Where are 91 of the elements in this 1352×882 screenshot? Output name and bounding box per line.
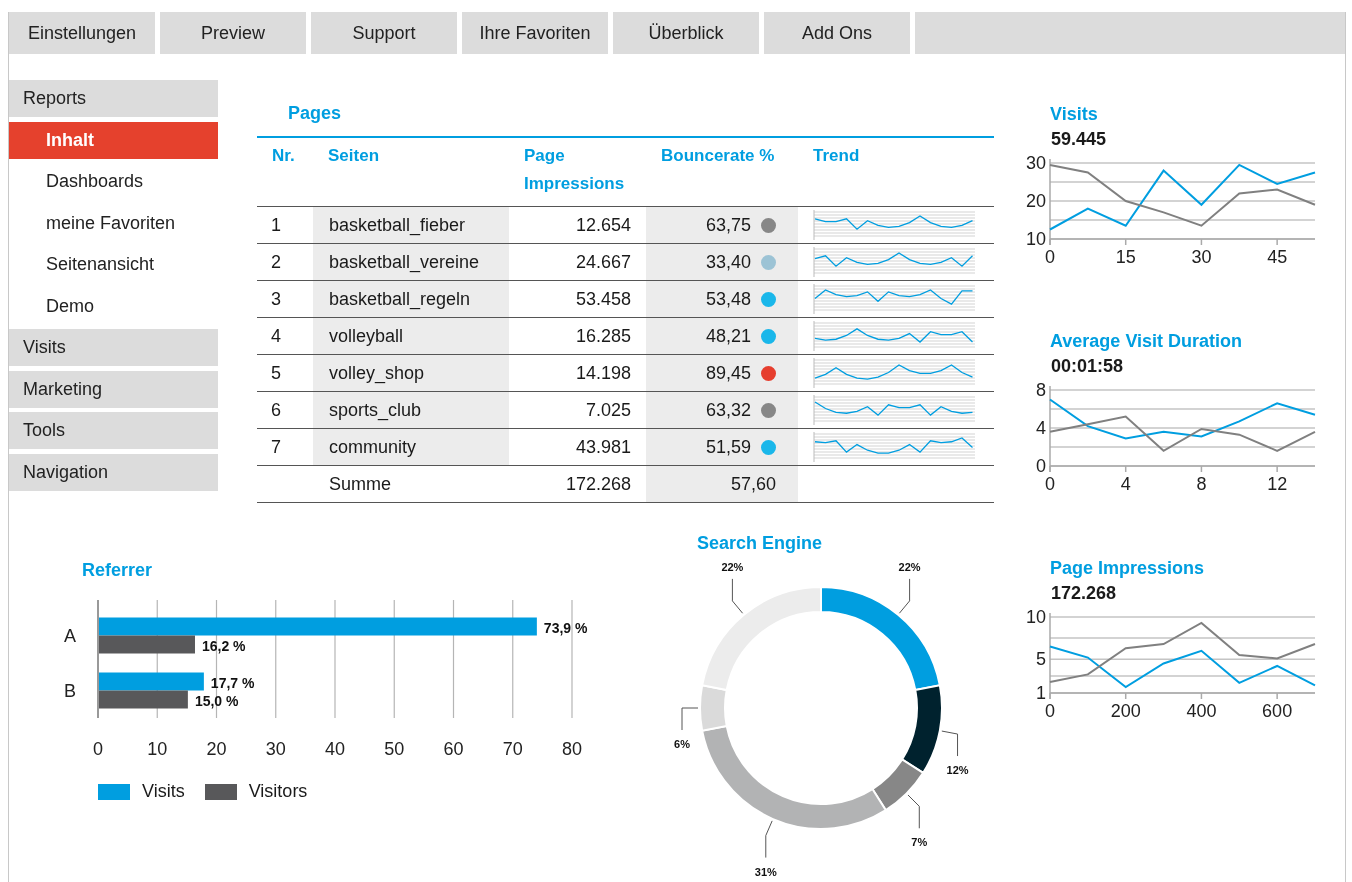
axis-label: 80 (562, 739, 582, 759)
chart-title: Page Impressions (1050, 558, 1205, 578)
axis-label: 600 (1262, 701, 1293, 721)
sidebar-item[interactable]: Navigation (9, 453, 218, 491)
axis-label: 60 (443, 739, 464, 759)
sidebar-item[interactable]: Inhalt (9, 121, 218, 159)
axis-label: 4 (1120, 474, 1131, 494)
data-label: 17,7 % (210, 674, 255, 691)
data-label: 73,9 % (543, 619, 588, 636)
nav-tab[interactable]: Add Ons (764, 12, 910, 54)
leader-line (907, 794, 920, 829)
axis-label: 12 (1267, 474, 1288, 494)
sidebar-item[interactable]: Visits (9, 329, 218, 366)
column-header: Trend (798, 138, 994, 207)
data-label: 22% (898, 560, 921, 573)
axis-label: 30 (1025, 155, 1046, 173)
nav-tab[interactable]: Preview (160, 12, 306, 54)
leader-line (731, 578, 744, 614)
axis-label: 0 (1045, 474, 1055, 494)
nav-tab[interactable]: Überblick (613, 12, 759, 54)
table-cell: community (313, 429, 509, 466)
axis-label: 10 (147, 739, 168, 759)
axis-label: A (64, 625, 76, 646)
chart-title: Visits (1050, 104, 1098, 124)
nav-tab[interactable]: Ihre Favoriten (462, 12, 608, 54)
data-label: 7% (911, 836, 928, 849)
legend-swatch (204, 783, 237, 800)
kpi-value: 172.268 (1051, 583, 1117, 603)
table-cell: 48,21 (705, 325, 751, 347)
leader-line (898, 578, 911, 614)
axis-label: B (64, 680, 76, 701)
table-cell: 57,60 (646, 466, 798, 503)
axis-label: 45 (1267, 247, 1288, 267)
table-cell: basketball_vereine (313, 244, 509, 281)
column-header: Page Impressions (509, 138, 646, 207)
sidebar-item[interactable]: Marketing (9, 370, 218, 408)
axis-label: 70 (502, 739, 523, 759)
axis-label: 10 (1025, 229, 1046, 249)
axis-label: 200 (1110, 701, 1141, 721)
kpi-value: 00:01:58 (1051, 356, 1124, 376)
chart-title: Average Visit Duration (1050, 331, 1243, 351)
table-cell: 33,40 (705, 251, 751, 273)
sidebar-item[interactable]: Tools (9, 412, 218, 449)
table-cell: 53,48 (705, 288, 751, 310)
axis-label: 20 (206, 739, 227, 759)
data-label: 31% (754, 865, 777, 878)
data-label: 15,0 % (194, 692, 239, 709)
table-cell: sports_club (313, 392, 509, 429)
chart-title: Search Engine (697, 533, 823, 553)
axis-label: 0 (1036, 456, 1046, 476)
axis-label: 50 (384, 739, 405, 759)
legend-label: Visits (142, 781, 185, 802)
table-title: Pages (288, 103, 342, 123)
nav-tab[interactable]: Support (311, 12, 457, 54)
data-label: 12% (946, 764, 969, 777)
axis-label: 8 (1036, 382, 1046, 400)
axis-label: 40 (325, 739, 345, 759)
axis-label: 10 (1025, 609, 1046, 627)
sidebar-item[interactable]: Reports (9, 80, 218, 117)
axis-label: 5 (1036, 649, 1046, 670)
axis-label: 30 (265, 739, 286, 759)
legend-label: Visitors (248, 781, 308, 802)
axis-label: 1 (1036, 683, 1046, 703)
data-label: 22% (721, 560, 744, 573)
table-cell: volleyball (313, 318, 509, 355)
axis-label: 0 (1045, 701, 1055, 721)
chart-title: Referrer (82, 560, 153, 580)
nav-tab[interactable]: Einstellungen (9, 12, 155, 54)
axis-label: 30 (1191, 247, 1212, 267)
axis-label: 0 (1045, 247, 1055, 267)
leader-line (765, 820, 773, 859)
axis-label: 0 (93, 739, 103, 759)
axis-label: 4 (1036, 418, 1046, 438)
kpi-value: 59.445 (1051, 129, 1107, 149)
table-cell: volley_shop (313, 355, 509, 392)
leader-line (941, 730, 959, 757)
table-cell: 63,32 (705, 399, 751, 421)
data-label: 6% (674, 738, 690, 750)
table-cell: 63,75 (705, 214, 751, 236)
table-cell: basketball_regeln (313, 281, 509, 318)
legend-swatch (98, 783, 130, 800)
data-label: 16,2 % (202, 637, 246, 654)
axis-label: 15 (1115, 247, 1136, 267)
axis-label: 400 (1186, 701, 1217, 721)
axis-label: 8 (1196, 474, 1207, 494)
table-cell: 89,45 (705, 362, 751, 384)
table-cell: basketball_fieber (313, 207, 509, 244)
axis-label: 20 (1025, 191, 1046, 211)
table-cell: 51,59 (705, 436, 751, 458)
column-header: Nr. (257, 138, 313, 207)
leader-line (681, 707, 699, 731)
